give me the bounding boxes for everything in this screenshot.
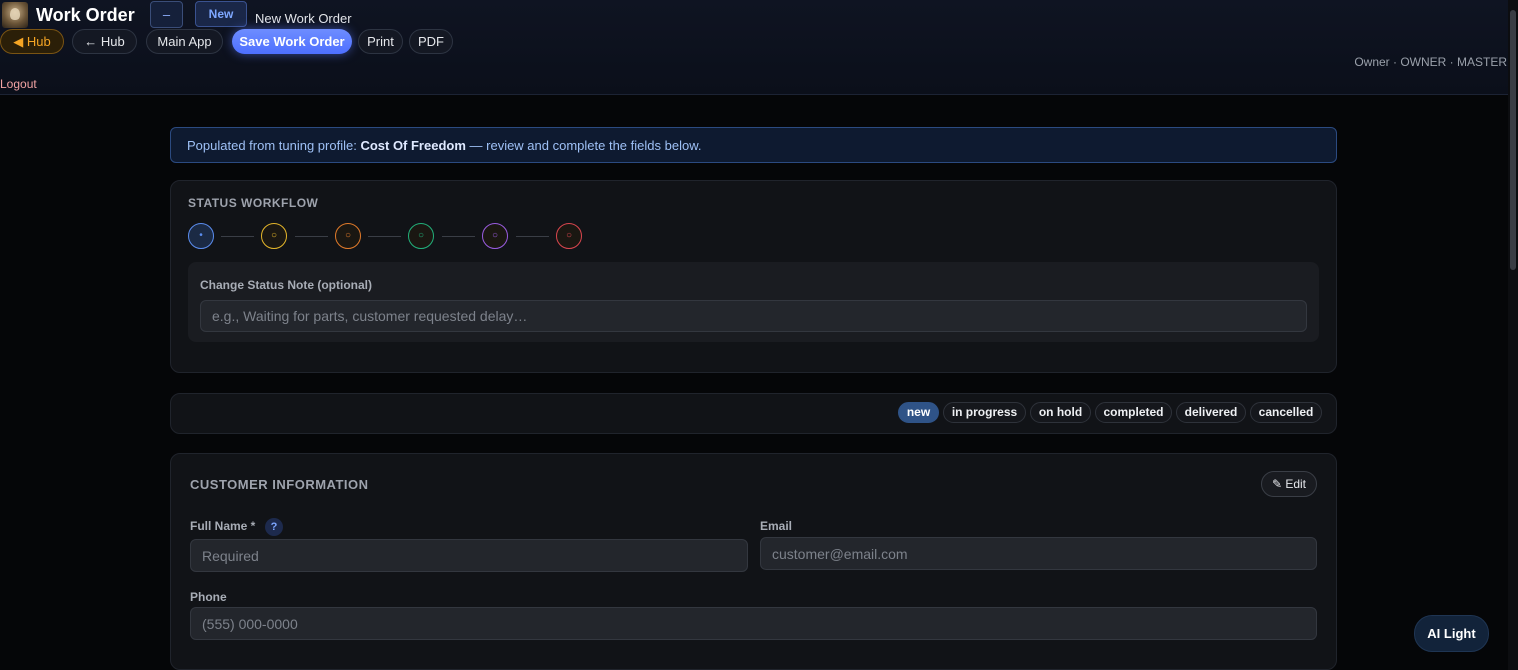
tab-new[interactable]: new [898, 402, 939, 423]
back-to-hub-button[interactable]: ← Hub [72, 29, 137, 54]
hub-button[interactable]: ◀ Hub [0, 29, 64, 54]
full-name-input[interactable] [190, 539, 748, 572]
edit-customer-button[interactable]: ✎ Edit [1261, 471, 1317, 497]
status-note-input[interactable] [200, 300, 1307, 332]
banner-suffix: — review and complete the fields below. [465, 138, 702, 153]
scrollbar-thumb[interactable] [1510, 10, 1516, 270]
phone-label: Phone [190, 590, 227, 604]
workflow-connector [221, 236, 254, 237]
tab-on-hold[interactable]: on hold [1030, 402, 1091, 423]
profile-banner: Populated from tuning profile: Cost Of F… [170, 127, 1337, 163]
email-label: Email [760, 519, 793, 533]
tab-cancelled[interactable]: cancelled [1250, 402, 1322, 423]
ai-light-button[interactable]: AI Light [1414, 615, 1489, 652]
workflow-step-in-progress[interactable]: ○ [261, 223, 287, 249]
print-button[interactable]: Print [358, 29, 403, 54]
banner-prefix: Populated from tuning profile: [187, 138, 361, 153]
full-name-label: Full Name * [190, 519, 256, 533]
workflow-connector [516, 236, 549, 237]
app-title: Work Order [36, 5, 135, 25]
banner-profile-name: Cost Of Freedom [360, 138, 466, 153]
workflow-connector [295, 236, 328, 237]
tab-in-progress[interactable]: in progress [943, 402, 1026, 423]
status-note-label: Change Status Note (optional) [200, 278, 372, 292]
email-field[interactable] [760, 537, 1317, 570]
logout-link[interactable]: Logout [0, 77, 37, 91]
customer-info-title: CUSTOMER INFORMATION [190, 477, 369, 492]
new-status-badge[interactable]: New [195, 1, 247, 27]
user-role-info: Owner · OWNER · MASTER [1354, 55, 1507, 69]
workflow-step-cancelled[interactable]: ○ [556, 223, 582, 249]
tab-completed[interactable]: completed [1095, 402, 1172, 423]
help-icon[interactable]: ? [265, 518, 283, 536]
workflow-step-on-hold[interactable]: ○ [335, 223, 361, 249]
page-subtitle: New Work Order [255, 11, 352, 26]
workflow-step-completed[interactable]: ○ [408, 223, 434, 249]
workflow-connector [368, 236, 401, 237]
workflow-connector [442, 236, 475, 237]
tab-delivered[interactable]: delivered [1176, 402, 1246, 423]
main-app-button[interactable]: Main App [146, 29, 223, 54]
workflow-step-new[interactable]: • [188, 223, 214, 249]
status-workflow-title: STATUS WORKFLOW [188, 196, 319, 210]
pdf-button[interactable]: PDF [409, 29, 453, 54]
collapse-button[interactable]: – [150, 1, 183, 28]
workflow-step-delivered[interactable]: ○ [482, 223, 508, 249]
save-work-order-button[interactable]: Save Work Order [232, 29, 352, 54]
phone-field[interactable] [190, 607, 1317, 640]
app-logo-icon [2, 2, 28, 28]
